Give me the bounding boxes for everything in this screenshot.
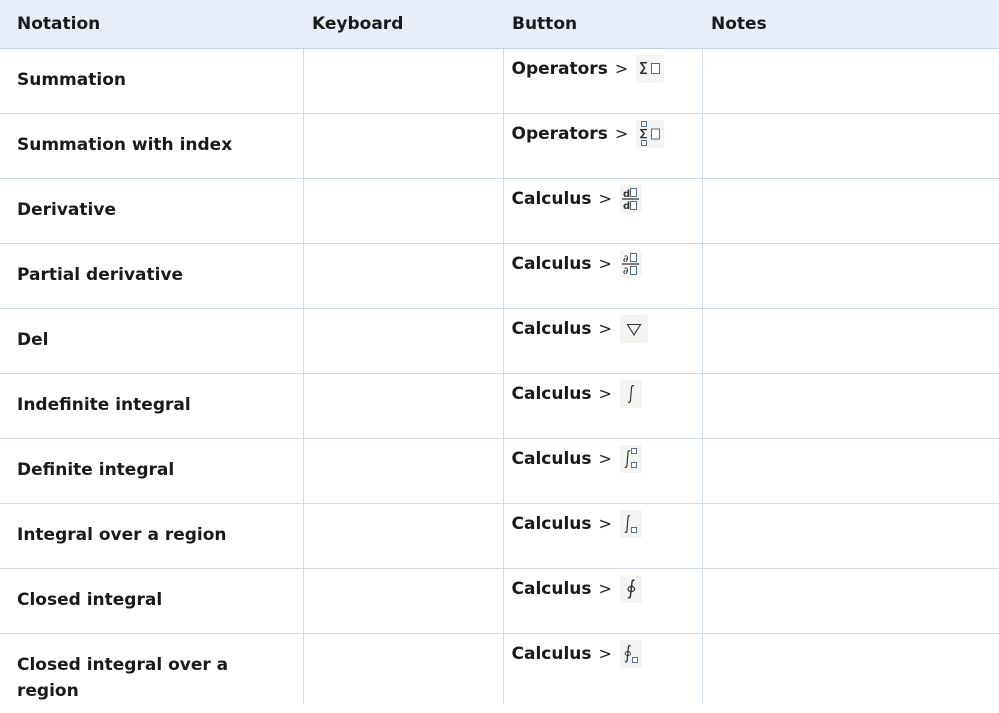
button-cell: Calculus > <box>503 373 703 439</box>
separator: > <box>598 254 612 273</box>
header-keyboard: Keyboard <box>303 0 503 49</box>
separator: > <box>598 189 612 208</box>
table-row: Closed integral Calculus > <box>0 568 999 634</box>
notation-cell: Indefinite integral <box>0 373 304 439</box>
notes-cell <box>702 178 999 244</box>
notes-cell <box>702 48 999 114</box>
menu-name: Operators <box>511 58 608 79</box>
table-row: Summation Operators > <box>0 48 999 114</box>
separator: > <box>598 319 612 338</box>
table-row: Definite integral Calculus > <box>0 438 999 504</box>
table-row: Closed integral over a region Calculus > <box>0 633 999 704</box>
button-cell: Calculus > ∂ ∂ <box>503 243 703 309</box>
table-row: Derivative Calculus > d d <box>0 178 999 244</box>
notation-cell: Summation with index <box>0 113 304 179</box>
separator: > <box>598 579 612 598</box>
separator: > <box>598 514 612 533</box>
notes-cell <box>702 113 999 179</box>
button-cell: Calculus > <box>503 633 703 704</box>
keyboard-cell <box>303 178 504 244</box>
table-row: Indefinite integral Calculus > <box>0 373 999 439</box>
separator: > <box>598 644 612 663</box>
notes-cell <box>702 243 999 309</box>
notation-cell: Integral over a region <box>0 503 304 569</box>
notation-reference-table: Notation Keyboard Button Notes Summation… <box>0 0 999 704</box>
keyboard-cell <box>303 503 504 569</box>
separator: > <box>598 384 612 403</box>
button-cell: Operators > <box>503 113 703 179</box>
notation-cell: Derivative <box>0 178 304 244</box>
table-header-row: Notation Keyboard Button Notes <box>0 0 999 49</box>
separator: > <box>614 124 629 143</box>
menu-name: Calculus <box>511 513 592 534</box>
table-row: Partial derivative Calculus > ∂ ∂ <box>0 243 999 309</box>
notes-cell <box>702 503 999 569</box>
closed-region-integral-icon[interactable] <box>619 639 642 668</box>
notation-cell: Del <box>0 308 304 374</box>
menu-name: Calculus <box>511 383 592 404</box>
table-row: Integral over a region Calculus > <box>0 503 999 569</box>
keyboard-cell <box>303 438 504 504</box>
table-row: Summation with index Operators > <box>0 113 999 179</box>
menu-name: Calculus <box>511 253 592 274</box>
svg-text:∂: ∂ <box>623 254 628 265</box>
separator: > <box>614 59 629 78</box>
keyboard-cell <box>303 373 504 439</box>
notation-cell: Partial derivative <box>0 243 304 309</box>
keyboard-cell <box>303 48 504 114</box>
header-notes: Notes <box>702 0 999 49</box>
region-integral-icon[interactable] <box>619 509 642 538</box>
header-notation: Notation <box>0 0 303 49</box>
svg-text:d: d <box>623 201 630 212</box>
menu-name: Calculus <box>511 318 592 339</box>
keyboard-cell <box>303 633 504 704</box>
menu-name: Calculus <box>511 448 592 469</box>
closed-integral-icon[interactable] <box>619 574 642 603</box>
keyboard-cell <box>303 243 504 309</box>
keyboard-cell <box>303 308 504 374</box>
menu-name: Operators <box>511 123 608 144</box>
notes-cell <box>702 633 999 704</box>
button-cell: Calculus > <box>503 568 703 634</box>
notes-cell <box>702 438 999 504</box>
del-icon[interactable] <box>619 314 648 343</box>
summation-icon[interactable] <box>636 54 665 83</box>
separator: > <box>598 449 612 468</box>
notation-cell: Closed integral over a region <box>0 633 304 704</box>
notation-cell: Summation <box>0 48 304 114</box>
button-cell: Operators > <box>503 48 703 114</box>
menu-name: Calculus <box>511 188 592 209</box>
menu-name: Calculus <box>511 578 592 599</box>
menu-name: Calculus <box>511 643 592 664</box>
svg-text:d: d <box>623 189 630 200</box>
button-cell: Calculus > <box>503 503 703 569</box>
notation-cell: Closed integral <box>0 568 304 634</box>
notes-cell <box>702 308 999 374</box>
notes-cell <box>702 373 999 439</box>
summation-with-index-icon[interactable] <box>636 119 665 148</box>
table-row: Del Calculus > <box>0 308 999 374</box>
notes-cell <box>702 568 999 634</box>
button-cell: Calculus > <box>503 308 703 374</box>
definite-integral-icon[interactable] <box>619 444 642 473</box>
button-cell: Calculus > d d <box>503 178 703 244</box>
keyboard-cell <box>303 113 504 179</box>
button-cell: Calculus > <box>503 438 703 504</box>
partial-derivative-icon[interactable]: ∂ ∂ <box>619 249 642 278</box>
indefinite-integral-icon[interactable] <box>619 379 642 408</box>
svg-text:∂: ∂ <box>623 266 628 277</box>
notation-cell: Definite integral <box>0 438 304 504</box>
derivative-icon[interactable]: d d <box>619 184 642 213</box>
keyboard-cell <box>303 568 504 634</box>
header-button: Button <box>503 0 702 49</box>
